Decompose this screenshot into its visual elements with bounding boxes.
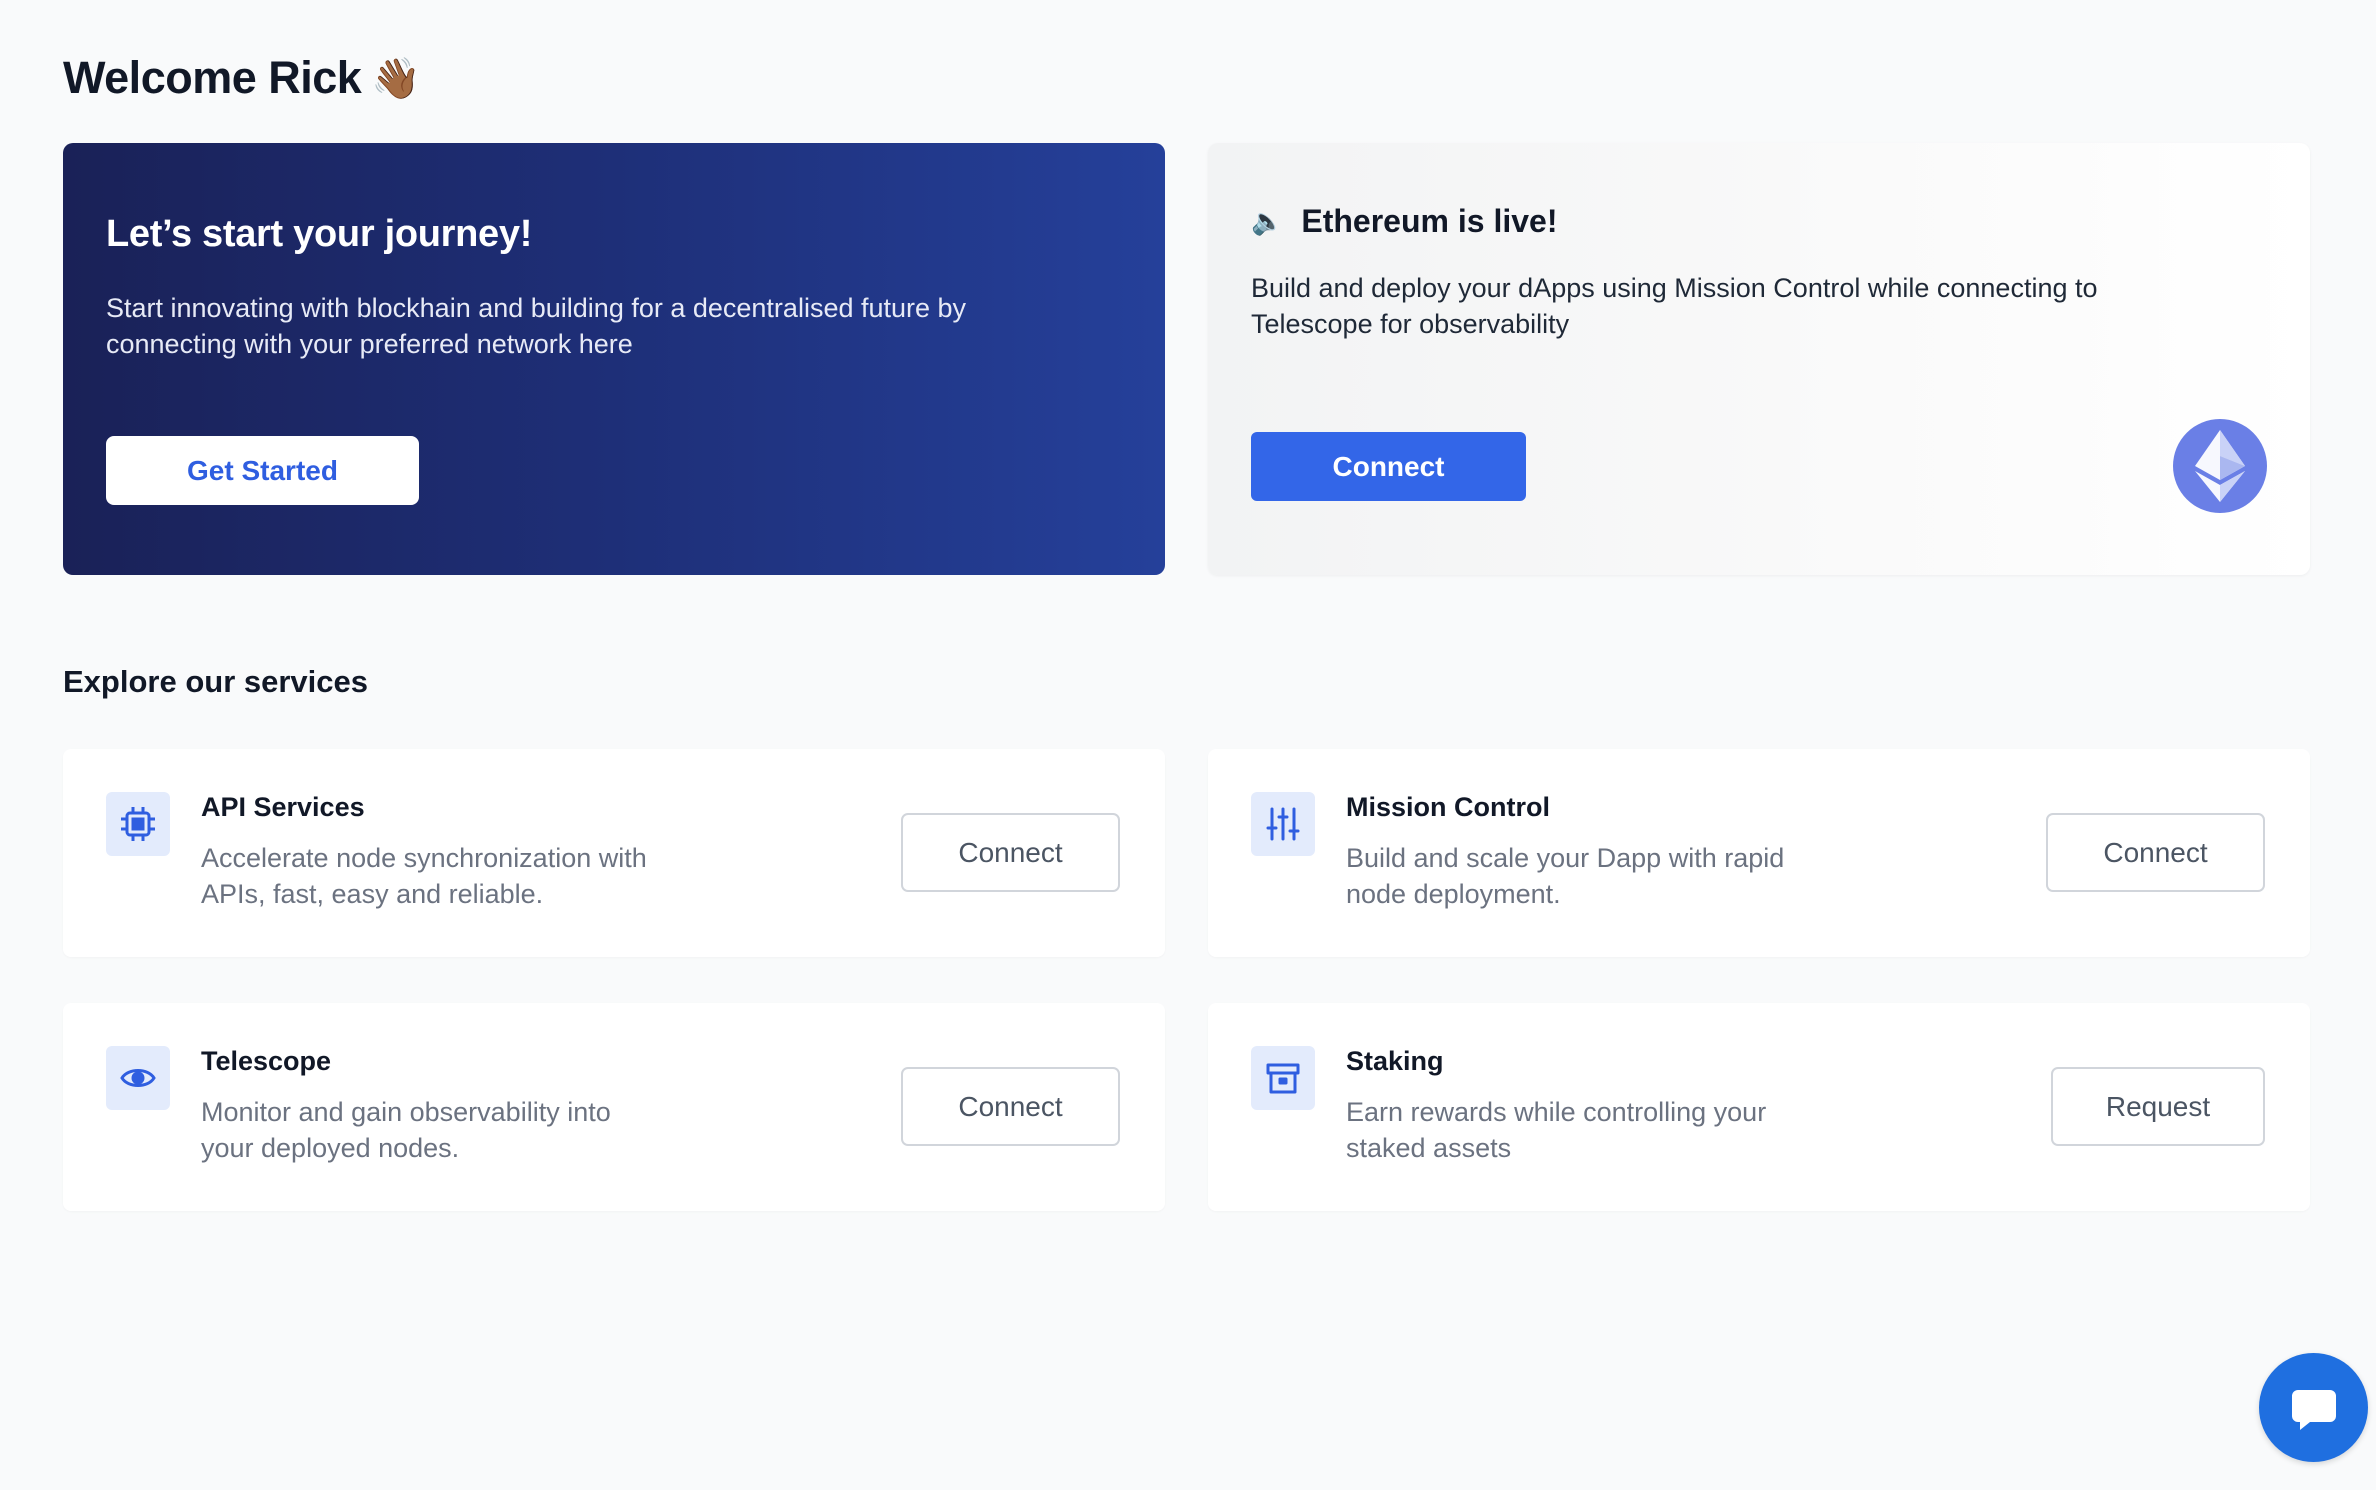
service-title: Staking <box>1346 1046 1444 1076</box>
service-title: API Services <box>201 792 365 822</box>
ethereum-card-header: 🔈 Ethereum is live! <box>1251 203 2267 240</box>
service-description: Accelerate node synchronization with API… <box>201 843 647 909</box>
staking-request-button[interactable]: Request <box>2051 1067 2265 1146</box>
eye-icon <box>106 1046 170 1110</box>
waving-hand-icon: 👋🏾 <box>371 56 421 101</box>
service-card-telescope: Telescope Monitor and gain observability… <box>63 1003 1165 1211</box>
ethereum-description: Build and deploy your dApps using Missio… <box>1251 273 2098 339</box>
service-description: Build and scale your Dapp with rapid nod… <box>1346 843 1785 909</box>
service-card-mission-control: Mission Control Build and scale your Dap… <box>1208 749 2310 957</box>
ethereum-connect-button[interactable]: Connect <box>1251 432 1526 501</box>
api-services-connect-button[interactable]: Connect <box>901 813 1120 892</box>
ethereum-logo-icon <box>2173 419 2267 513</box>
journey-banner: Let’s start your journey! Start innovati… <box>63 143 1165 575</box>
welcome-heading: Welcome Rick 👋🏾 <box>63 52 421 104</box>
service-description: Monitor and gain observability into your… <box>201 1097 611 1163</box>
service-card-api: API Services Accelerate node synchroniza… <box>63 749 1165 957</box>
service-title: Mission Control <box>1346 792 1550 822</box>
dashboard-page: Welcome Rick 👋🏾 Let’s start your journey… <box>0 0 2376 1490</box>
ethereum-announcement-card: 🔈 Ethereum is live! Build and deploy you… <box>1208 143 2310 575</box>
sliders-icon <box>1251 792 1315 856</box>
service-title: Telescope <box>201 1046 332 1076</box>
chat-bubble-icon <box>2291 1389 2336 1430</box>
welcome-text: Welcome Rick <box>63 52 362 103</box>
mission-control-connect-button[interactable]: Connect <box>2046 813 2265 892</box>
service-description: Earn rewards while controlling your stak… <box>1346 1097 1767 1163</box>
services-section-title: Explore our services <box>63 664 368 699</box>
archive-icon <box>1251 1046 1315 1110</box>
ethereum-title: Ethereum is live! <box>1301 203 1558 239</box>
journey-title: Let’s start your journey! <box>106 213 533 255</box>
telescope-connect-button[interactable]: Connect <box>901 1067 1120 1146</box>
chip-icon <box>106 792 170 856</box>
journey-description: Start innovating with blockhain and buil… <box>106 293 967 359</box>
service-card-staking: Staking Earn rewards while controlling y… <box>1208 1003 2310 1211</box>
speaker-icon: 🔈 <box>1251 206 1284 236</box>
get-started-button[interactable]: Get Started <box>106 436 419 505</box>
chat-launcher-button[interactable] <box>2259 1353 2368 1462</box>
